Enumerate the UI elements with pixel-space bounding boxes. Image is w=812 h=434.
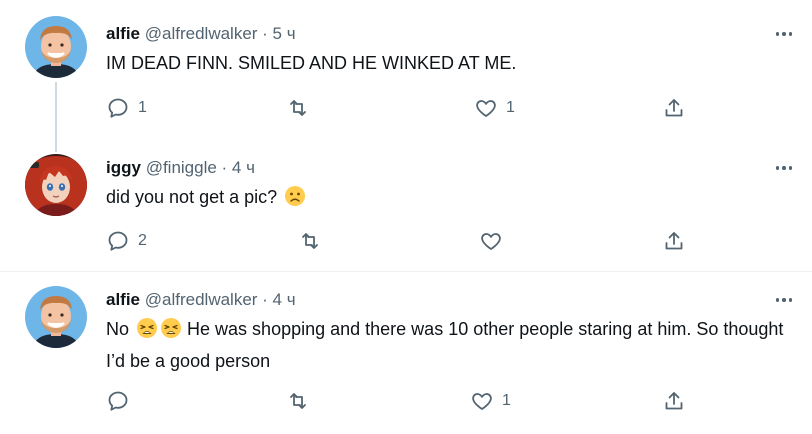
retweet-button[interactable] xyxy=(298,226,330,256)
retweet-icon xyxy=(290,100,306,116)
action-bar: 1 xyxy=(0,386,812,416)
tweet-text-container: did you not get a pic? xyxy=(106,183,786,215)
retweet-icon xyxy=(290,393,306,409)
tweet-header: iggy @finiggle · 4 ч xyxy=(106,157,255,179)
display-name[interactable]: iggy xyxy=(106,158,141,177)
tweet-2[interactable]: iggy @finiggle · 4 ч did you not get a p… xyxy=(0,140,812,272)
tweet-text-container: No He was shopping and there was 10 othe… xyxy=(106,315,786,375)
share-icon xyxy=(665,99,683,117)
timestamp[interactable]: · 4 ч xyxy=(257,290,295,309)
tweet-text-prefix: No xyxy=(106,319,130,339)
action-bar: 2 xyxy=(0,226,812,256)
more-icon[interactable] xyxy=(772,160,796,176)
share-icon xyxy=(665,392,683,410)
handle[interactable]: @alfredlwalker xyxy=(145,290,258,309)
display-name[interactable]: alfie xyxy=(106,290,140,309)
handle[interactable]: @finiggle xyxy=(146,158,217,177)
display-name[interactable]: alfie xyxy=(106,24,140,43)
like-count: 1 xyxy=(506,99,515,116)
action-bar: 1 1 xyxy=(0,93,812,123)
retweet-icon xyxy=(302,233,318,249)
share-button[interactable] xyxy=(662,93,686,123)
share-button[interactable] xyxy=(662,386,686,416)
tweet-header: alfie @alfredlwalker · 5 ч xyxy=(106,23,296,45)
like-count: 1 xyxy=(502,392,511,409)
retweet-button[interactable] xyxy=(286,386,318,416)
reply-icon xyxy=(108,391,128,411)
weary-face-emoji xyxy=(160,317,182,347)
like-button[interactable]: 1 xyxy=(474,93,515,123)
reply-button[interactable]: 2 xyxy=(106,226,147,256)
more-icon[interactable] xyxy=(772,292,796,308)
thread-line xyxy=(55,140,57,152)
like-button[interactable]: 1 xyxy=(470,386,511,416)
reply-count: 1 xyxy=(138,99,147,116)
avatar-alfie[interactable] xyxy=(25,286,87,348)
reply-icon xyxy=(108,98,128,118)
reply-button[interactable]: 1 xyxy=(106,93,147,123)
handle[interactable]: @alfredlwalker xyxy=(145,24,258,43)
reply-icon xyxy=(108,231,128,251)
retweet-button[interactable] xyxy=(286,93,318,123)
timestamp[interactable]: · 5 ч xyxy=(257,24,295,43)
tweet-text: He was shopping and there was 10 other p… xyxy=(106,319,784,371)
tweet-3[interactable]: alfie @alfredlwalker · 4 ч No He was sho… xyxy=(0,272,812,434)
share-button[interactable] xyxy=(662,226,686,256)
avatar-iggy[interactable] xyxy=(25,154,87,216)
tweet-header: alfie @alfredlwalker · 4 ч xyxy=(106,289,296,311)
avatar-alfie[interactable] xyxy=(25,16,87,78)
heart-icon xyxy=(476,100,496,117)
like-button[interactable] xyxy=(479,226,511,256)
weary-face-emoji xyxy=(136,317,158,347)
tweet-1[interactable]: alfie @alfredlwalker · 5 ч IM DEAD FINN.… xyxy=(0,0,812,140)
timestamp[interactable]: · 4 ч xyxy=(217,158,255,177)
heart-icon xyxy=(481,233,501,250)
more-icon[interactable] xyxy=(772,26,796,42)
tweet-text: did you not get a pic? xyxy=(106,187,278,207)
reply-button[interactable] xyxy=(106,386,138,416)
reply-count: 2 xyxy=(138,232,147,249)
share-icon xyxy=(665,232,683,250)
heart-icon xyxy=(472,393,492,410)
frowning-face-emoji xyxy=(284,185,306,215)
tweet-text: IM DEAD FINN. SMILED AND HE WINKED AT ME… xyxy=(106,53,517,73)
